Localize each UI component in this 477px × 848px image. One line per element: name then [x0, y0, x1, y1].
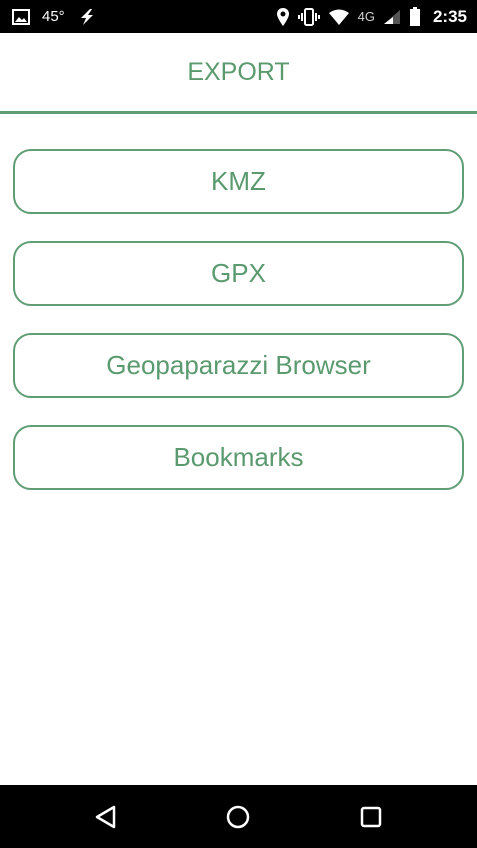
- export-bookmarks-button[interactable]: Bookmarks: [13, 425, 464, 490]
- home-button[interactable]: [198, 785, 278, 848]
- export-kmz-label: KMZ: [211, 166, 266, 196]
- page-title: EXPORT: [187, 58, 290, 86]
- network-type-text: 4G: [357, 9, 375, 24]
- export-screen: 45° 4G 2:35 EXPORT KMZ GPX Geopaparazzi …: [0, 0, 477, 848]
- vibrate-icon: [297, 7, 320, 26]
- recents-icon: [359, 805, 383, 829]
- image-icon: [12, 8, 30, 25]
- status-bar-left: 45°: [12, 0, 97, 33]
- status-bar: 45° 4G 2:35: [0, 0, 477, 33]
- export-options-list: KMZ GPX Geopaparazzi Browser Bookmarks: [13, 149, 464, 517]
- clock-text: 2:35: [432, 6, 467, 26]
- back-icon: [93, 804, 119, 830]
- export-gpx-button[interactable]: GPX: [13, 241, 464, 306]
- export-kmz-button[interactable]: KMZ: [13, 149, 464, 214]
- location-icon: [276, 7, 290, 27]
- export-geopaparazzi-browser-button[interactable]: Geopaparazzi Browser: [13, 333, 464, 398]
- toolbar: EXPORT: [0, 33, 477, 113]
- export-geopaparazzi-browser-label: Geopaparazzi Browser: [106, 350, 371, 380]
- temperature-text: 45°: [42, 8, 65, 25]
- home-icon: [225, 804, 251, 830]
- header-divider: [0, 111, 477, 114]
- wifi-icon: [328, 9, 350, 25]
- navigation-bar: [0, 785, 477, 848]
- back-button[interactable]: [66, 785, 146, 848]
- status-bar-right: 4G 2:35: [276, 0, 467, 33]
- recents-button[interactable]: [331, 785, 411, 848]
- flash-icon: [77, 8, 97, 26]
- export-bookmarks-label: Bookmarks: [173, 442, 304, 472]
- export-gpx-label: GPX: [211, 258, 266, 288]
- signal-icon: [383, 9, 401, 25]
- battery-icon: [409, 6, 421, 27]
